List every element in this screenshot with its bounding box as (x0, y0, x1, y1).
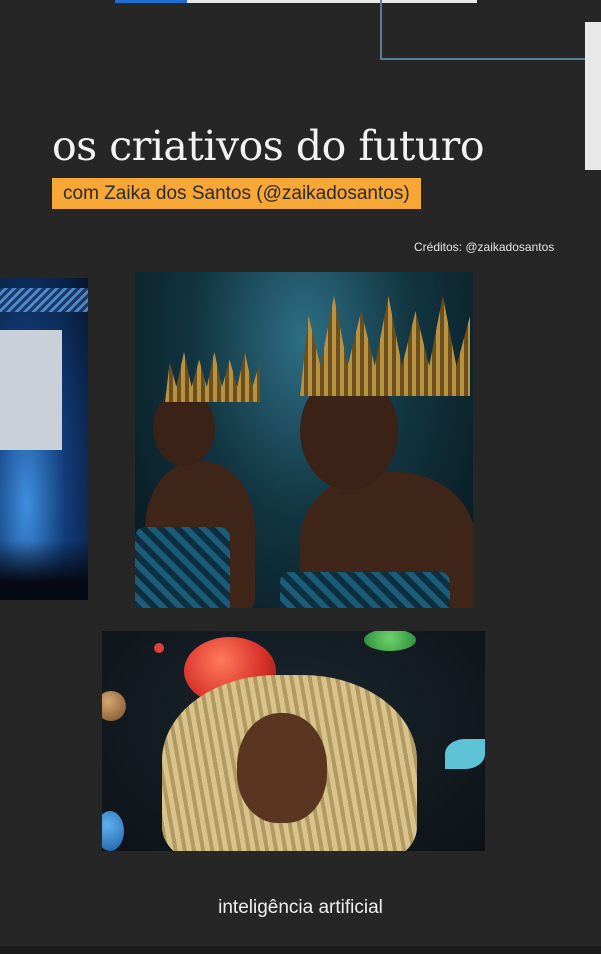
progress-fill (115, 0, 188, 3)
green-planet (364, 631, 416, 651)
stage-screen (0, 330, 62, 450)
presenter-face (237, 713, 327, 823)
crowd-silhouette (0, 540, 88, 600)
bottom-bar (0, 946, 601, 954)
credits-text: Créditos: @zaikadosantos (414, 240, 555, 254)
subtitle-highlight: com Zaika dos Santos (@zaikadosantos) (52, 178, 421, 209)
concert-stage-photo (0, 278, 88, 600)
presenter-video (102, 631, 485, 851)
page-title: os criativos do futuro (52, 122, 485, 170)
underwater-queens-artwork (135, 272, 473, 608)
blue-planet (102, 811, 124, 851)
teal-comet (445, 739, 485, 769)
ringed-planet (102, 691, 126, 721)
stage-truss (0, 288, 88, 312)
decorative-frame (380, 0, 601, 60)
scrollbar[interactable] (585, 22, 601, 170)
caption-subtitle: inteligência artificial (218, 897, 383, 918)
small-red-dot (154, 643, 164, 653)
